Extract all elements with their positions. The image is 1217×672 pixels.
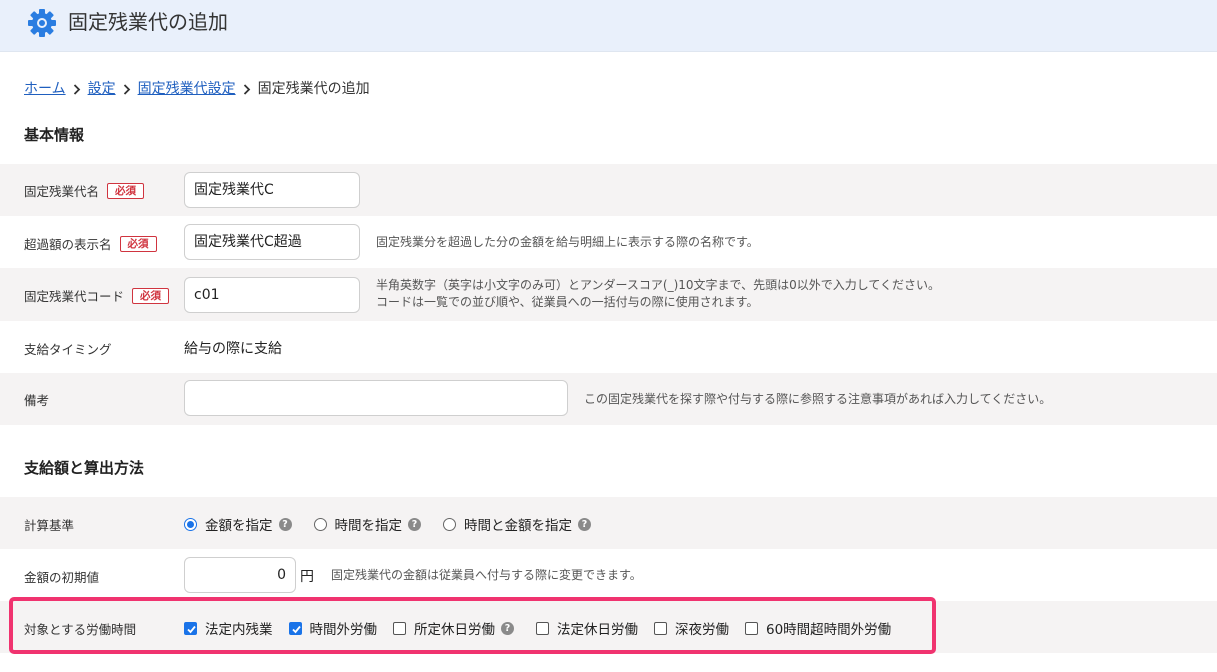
radio-button[interactable] <box>313 517 327 531</box>
display-name-label: 超過額の表示名 <box>24 237 112 252</box>
radio-option-time[interactable]: 時間を指定 ? <box>313 514 421 534</box>
required-badge: 必須 <box>107 182 145 199</box>
form-row-basis: 計算基準 金額を指定 ? 時間を指定 ? 時間と金額を指定 ? <box>0 497 1217 549</box>
gear-icon <box>28 9 56 37</box>
field-label: 固定残業代名 必須 <box>24 181 145 200</box>
name-label: 固定残業代名 <box>24 184 100 199</box>
form-row-code: 固定残業代コード 必須 c01 半角英数字（英字は小文字のみ可）とアンダースコア… <box>0 268 1217 321</box>
timing-value: 給与の際に支給 <box>184 341 282 357</box>
note-hint: この固定残業代を探す際や付与する際に参照する注意事項があれば入力してください。 <box>584 392 1052 406</box>
help-icon[interactable]: ? <box>278 517 292 531</box>
field-label: 超過額の表示名 必須 <box>24 234 157 253</box>
required-badge: 必須 <box>119 235 157 252</box>
breadcrumb: ホーム 設定 固定残業代設定 固定残業代の追加 <box>24 79 370 99</box>
form-row-name: 固定残業代名 必須 固定残業代C <box>0 164 1217 216</box>
breadcrumb-settings-link[interactable]: 設定 <box>88 79 116 99</box>
radio-button[interactable] <box>184 517 197 531</box>
yen-unit: 円 <box>300 569 314 585</box>
radio-button[interactable] <box>443 517 456 531</box>
form-row-timing: 支給タイミング 給与の際に支給 <box>0 321 1217 373</box>
code-input[interactable]: c01 <box>184 277 360 313</box>
help-icon[interactable]: ? <box>578 517 591 531</box>
basis-label: 計算基準 <box>24 518 75 533</box>
initial-amount-label: 金額の初期値 <box>24 570 100 585</box>
note-label: 備考 <box>24 393 50 408</box>
radio-option-amount[interactable]: 金額を指定 ? <box>184 514 292 534</box>
initial-amount-input[interactable]: 0 <box>184 557 296 593</box>
chevron-right-icon <box>66 79 88 99</box>
breadcrumb-fixed-overtime-settings-link[interactable]: 固定残業代設定 <box>138 79 236 99</box>
page-title: 固定残業代の追加 <box>68 10 228 34</box>
required-badge: 必須 <box>132 287 170 304</box>
section-title-basic-info: 基本情報 <box>24 126 85 144</box>
form-row-initial-amount: 金額の初期値 0 円 固定残業代の金額は従業員へ付与する際に変更できます。 <box>0 549 1217 601</box>
timing-label: 支給タイミング <box>24 342 112 357</box>
help-icon[interactable]: ? <box>408 517 421 531</box>
breadcrumb-current: 固定残業代の追加 <box>257 81 370 97</box>
name-input[interactable]: 固定残業代C <box>184 172 360 208</box>
radio-option-time-and-amount[interactable]: 時間と金額を指定 ? <box>443 514 591 534</box>
note-input[interactable] <box>184 380 568 416</box>
initial-amount-hint: 固定残業代の金額は従業員へ付与する際に変更できます。 <box>331 568 642 582</box>
field-label: 固定残業代コード 必須 <box>24 286 170 305</box>
form-row-display-name: 超過額の表示名 必須 固定残業代C超過 固定残業分を超過した分の金額を給与明細上… <box>0 216 1217 268</box>
display-name-input[interactable]: 固定残業代C超過 <box>184 224 360 260</box>
display-name-hint: 固定残業分を超過した分の金額を給与明細上に表示する際の名称です。 <box>376 235 759 249</box>
highlight-box <box>9 597 936 654</box>
code-hint-line1: 半角英数字（英字は小文字のみ可）とアンダースコア(_)10文字まで、先頭は0以外… <box>376 278 940 292</box>
basis-radio-group: 金額を指定 ? 時間を指定 ? 時間と金額を指定 ? <box>184 514 591 534</box>
code-hint-line2: コードは一覧での並び順や、従業員への一括付与の際に使用されます。 <box>376 295 759 309</box>
page-header: 固定残業代の追加 <box>0 0 1217 52</box>
chevron-right-icon <box>116 79 138 99</box>
form-row-note: 備考 この固定残業代を探す際や付与する際に参照する注意事項があれば入力してくださ… <box>0 373 1217 425</box>
breadcrumb-home-link[interactable]: ホーム <box>24 79 66 99</box>
chevron-right-icon <box>236 79 258 99</box>
code-label: 固定残業代コード <box>24 289 125 304</box>
section-title-calculation: 支給額と算出方法 <box>24 459 145 477</box>
